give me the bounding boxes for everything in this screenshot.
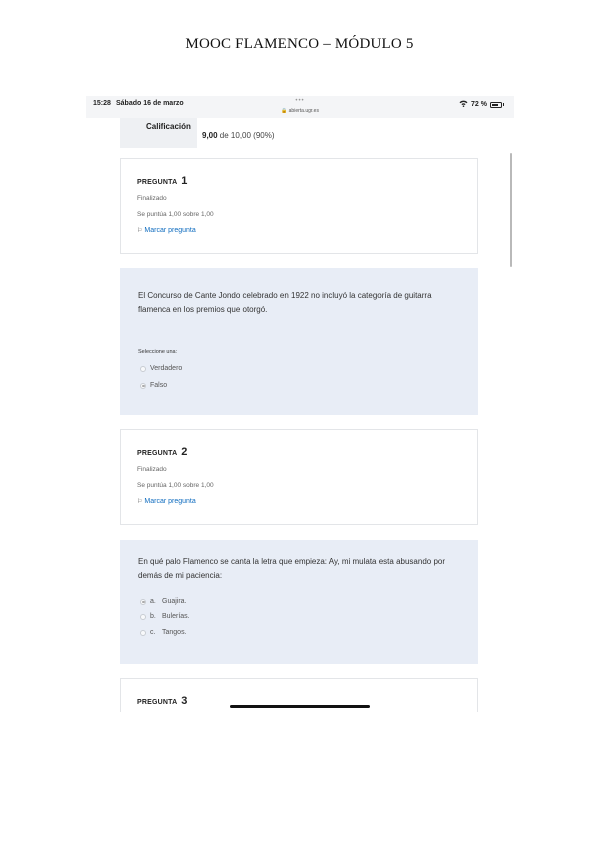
question-text: En qué palo Flamenco se canta la letra q…: [138, 557, 445, 580]
question-heading-label: PREGUNTA: [137, 179, 178, 186]
flag-question-label: Marcar pregunta: [144, 227, 196, 234]
option-label: Bulerías.: [162, 613, 190, 620]
question-score: Se puntúa 1,00 sobre 1,00: [137, 211, 214, 218]
option-letter: c.: [150, 629, 156, 636]
flag-icon: ⚐: [137, 499, 143, 505]
question-state: Finalizado: [137, 195, 167, 202]
flag-question-label: Marcar pregunta: [144, 498, 196, 505]
radio-button[interactable]: [140, 613, 146, 620]
question-heading: PREGUNTA 1: [137, 175, 188, 187]
option-label: Tangos.: [162, 629, 187, 636]
question-heading-label: PREGUNTA: [137, 699, 178, 706]
select-one-label: Seleccione una:: [138, 349, 178, 355]
question-heading: PREGUNTA 3: [137, 695, 188, 707]
question-body-2: En qué palo Flamenco se canta la letra q…: [120, 540, 478, 664]
scrollbar[interactable]: [510, 153, 512, 267]
flag-question-link[interactable]: ⚐ Marcar pregunta: [137, 498, 196, 505]
question-state: Finalizado: [137, 466, 167, 473]
grade-label: Calificación: [146, 122, 191, 131]
option-label: Verdadero: [150, 365, 183, 372]
question-body-1: El Concurso de Cante Jondo celebrado en …: [120, 268, 478, 415]
option-letter: a.: [150, 598, 156, 605]
flag-icon: ⚐: [137, 228, 143, 234]
option-label: Guajira.: [162, 598, 187, 605]
battery-fill: [492, 103, 498, 106]
question-number: 3: [181, 695, 188, 707]
radio-button-checked[interactable]: [140, 598, 146, 605]
option-c[interactable]: c. Tangos.: [140, 629, 187, 636]
question-heading-label: PREGUNTA: [137, 450, 178, 457]
status-indicators: 72 %: [459, 100, 504, 109]
question-text: El Concurso de Cante Jondo celebrado en …: [138, 291, 432, 314]
radio-button-checked[interactable]: [140, 382, 146, 389]
grade-value-bold: 9,00: [202, 131, 218, 140]
tablet-screenshot: 15:28 Sábado 16 de marzo ••• 🔒 abierta.u…: [86, 96, 514, 712]
question-number: 2: [181, 446, 188, 458]
grade-value: 9,00 de 10,00 (90%): [202, 131, 275, 140]
multitask-dots[interactable]: •••: [86, 98, 514, 104]
wifi-icon: [459, 100, 468, 109]
option-a[interactable]: a. Guajira.: [140, 598, 187, 605]
option-b[interactable]: b. Bulerías.: [140, 613, 190, 620]
option-letter: b.: [150, 613, 156, 620]
option-falso[interactable]: Falso: [140, 382, 167, 389]
question-number: 1: [181, 175, 188, 187]
home-indicator[interactable]: [230, 705, 370, 708]
battery-cap: [503, 103, 504, 106]
document-title: MOOC FLAMENCO – MÓDULO 5: [185, 36, 414, 52]
question-heading: PREGUNTA 2: [137, 446, 188, 458]
battery-percent: 72 %: [471, 101, 487, 108]
option-label: Falso: [150, 382, 168, 389]
radio-button[interactable]: [140, 365, 146, 372]
question-info-1: PREGUNTA 1 Finalizado Se puntúa 1,00 sob…: [120, 158, 478, 254]
option-verdadero[interactable]: Verdadero: [140, 365, 182, 372]
question-info-2: PREGUNTA 2 Finalizado Se puntúa 1,00 sob…: [120, 429, 478, 525]
status-url[interactable]: 🔒 abierta.ugr.es: [86, 108, 514, 114]
battery-icon: [490, 101, 502, 108]
question-score: Se puntúa 1,00 sobre 1,00: [137, 482, 214, 489]
grade-value-rest: de 10,00 (90%): [217, 131, 275, 140]
status-bar: 15:28 Sábado 16 de marzo ••• 🔒 abierta.u…: [86, 96, 514, 118]
radio-button[interactable]: [140, 629, 146, 636]
flag-question-link[interactable]: ⚐ Marcar pregunta: [137, 227, 196, 234]
